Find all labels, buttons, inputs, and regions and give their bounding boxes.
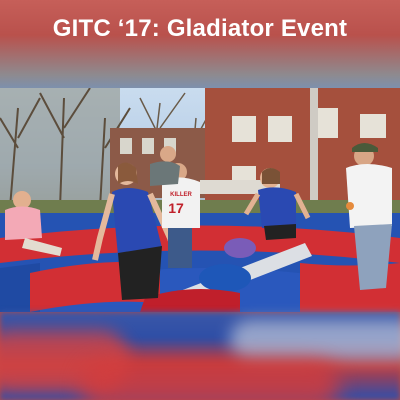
- event-photo: KILLER 17: [0, 88, 400, 312]
- jersey-number: 17: [168, 200, 184, 216]
- image-frame: GITC ‘17: Gladiator Event KILLER 17: [0, 0, 400, 400]
- title-bar: GITC ‘17: Gladiator Event: [0, 0, 400, 58]
- page-title: GITC ‘17: Gladiator Event: [52, 15, 348, 42]
- blurred-cloth-shape: [80, 360, 340, 400]
- blurred-pole-shape: [230, 320, 400, 360]
- jersey-name: KILLER: [170, 192, 192, 198]
- photo-scene: KILLER 17: [0, 88, 400, 312]
